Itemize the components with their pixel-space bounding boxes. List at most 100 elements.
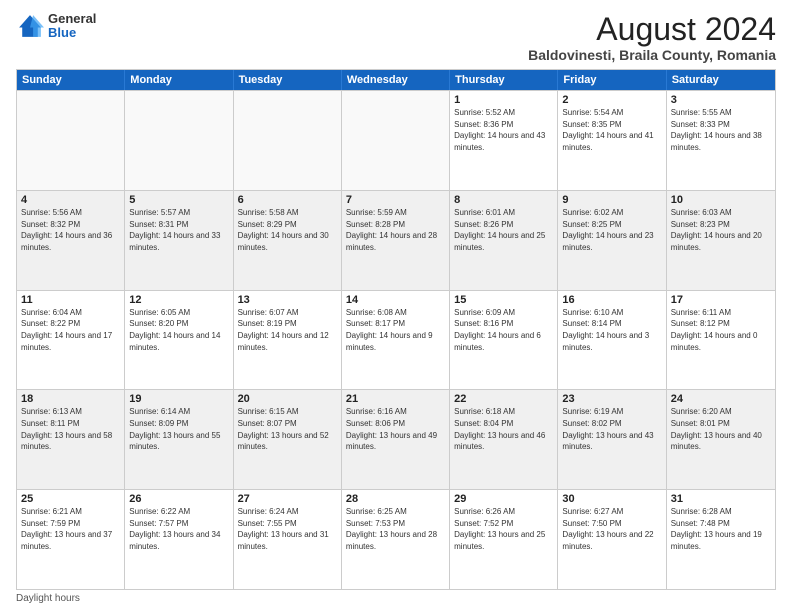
cal-week: 4Sunrise: 5:56 AM Sunset: 8:32 PM Daylig… [17,190,775,290]
cal-cell: 28Sunrise: 6:25 AM Sunset: 7:53 PM Dayli… [342,490,450,589]
cell-detail: Sunrise: 5:57 AM Sunset: 8:31 PM Dayligh… [129,207,228,253]
cal-cell: 4Sunrise: 5:56 AM Sunset: 8:32 PM Daylig… [17,191,125,290]
cal-header-cell: Wednesday [342,70,450,90]
cell-detail: Sunrise: 6:24 AM Sunset: 7:55 PM Dayligh… [238,506,337,552]
cell-detail: Sunrise: 5:58 AM Sunset: 8:29 PM Dayligh… [238,207,337,253]
day-number: 12 [129,294,228,306]
main-title: August 2024 [528,12,776,47]
day-number: 31 [671,493,771,505]
day-number: 16 [562,294,661,306]
day-number: 2 [562,94,661,106]
cell-detail: Sunrise: 6:08 AM Sunset: 8:17 PM Dayligh… [346,307,445,353]
cell-detail: Sunrise: 6:19 AM Sunset: 8:02 PM Dayligh… [562,406,661,452]
cal-cell: 14Sunrise: 6:08 AM Sunset: 8:17 PM Dayli… [342,291,450,390]
cell-detail: Sunrise: 6:11 AM Sunset: 8:12 PM Dayligh… [671,307,771,353]
cal-cell-empty [125,91,233,190]
cell-detail: Sunrise: 6:18 AM Sunset: 8:04 PM Dayligh… [454,406,553,452]
cell-detail: Sunrise: 6:15 AM Sunset: 8:07 PM Dayligh… [238,406,337,452]
cal-cell: 29Sunrise: 6:26 AM Sunset: 7:52 PM Dayli… [450,490,558,589]
cal-week: 18Sunrise: 6:13 AM Sunset: 8:11 PM Dayli… [17,389,775,489]
title-block: August 2024 Baldovinesti, Braila County,… [528,12,776,63]
day-number: 15 [454,294,553,306]
footer-note: Daylight hours [16,590,776,604]
cal-cell: 1Sunrise: 5:52 AM Sunset: 8:36 PM Daylig… [450,91,558,190]
day-number: 14 [346,294,445,306]
day-number: 18 [21,393,120,405]
subtitle: Baldovinesti, Braila County, Romania [528,47,776,63]
logo-text: General Blue [48,12,96,41]
cal-cell: 21Sunrise: 6:16 AM Sunset: 8:06 PM Dayli… [342,390,450,489]
cell-detail: Sunrise: 6:22 AM Sunset: 7:57 PM Dayligh… [129,506,228,552]
cell-detail: Sunrise: 6:26 AM Sunset: 7:52 PM Dayligh… [454,506,553,552]
cal-cell: 17Sunrise: 6:11 AM Sunset: 8:12 PM Dayli… [667,291,775,390]
calendar-body: 1Sunrise: 5:52 AM Sunset: 8:36 PM Daylig… [17,90,775,589]
cal-cell: 3Sunrise: 5:55 AM Sunset: 8:33 PM Daylig… [667,91,775,190]
day-number: 28 [346,493,445,505]
cal-header-cell: Sunday [17,70,125,90]
logo-blue-text: Blue [48,26,96,40]
cell-detail: Sunrise: 6:27 AM Sunset: 7:50 PM Dayligh… [562,506,661,552]
cal-cell: 23Sunrise: 6:19 AM Sunset: 8:02 PM Dayli… [558,390,666,489]
day-number: 7 [346,194,445,206]
cal-header-cell: Friday [558,70,666,90]
page: General Blue August 2024 Baldovinesti, B… [0,0,792,612]
day-number: 23 [562,393,661,405]
cell-detail: Sunrise: 6:25 AM Sunset: 7:53 PM Dayligh… [346,506,445,552]
day-number: 3 [671,94,771,106]
cal-cell-empty [234,91,342,190]
cell-detail: Sunrise: 6:01 AM Sunset: 8:26 PM Dayligh… [454,207,553,253]
day-number: 25 [21,493,120,505]
cell-detail: Sunrise: 6:03 AM Sunset: 8:23 PM Dayligh… [671,207,771,253]
cell-detail: Sunrise: 5:56 AM Sunset: 8:32 PM Dayligh… [21,207,120,253]
cal-cell-empty [342,91,450,190]
day-number: 22 [454,393,553,405]
cal-cell: 25Sunrise: 6:21 AM Sunset: 7:59 PM Dayli… [17,490,125,589]
cal-cell: 6Sunrise: 5:58 AM Sunset: 8:29 PM Daylig… [234,191,342,290]
cal-cell: 26Sunrise: 6:22 AM Sunset: 7:57 PM Dayli… [125,490,233,589]
cal-header-cell: Thursday [450,70,558,90]
cell-detail: Sunrise: 6:05 AM Sunset: 8:20 PM Dayligh… [129,307,228,353]
cell-detail: Sunrise: 6:14 AM Sunset: 8:09 PM Dayligh… [129,406,228,452]
day-number: 30 [562,493,661,505]
cell-detail: Sunrise: 6:20 AM Sunset: 8:01 PM Dayligh… [671,406,771,452]
cell-detail: Sunrise: 6:07 AM Sunset: 8:19 PM Dayligh… [238,307,337,353]
day-number: 9 [562,194,661,206]
day-number: 8 [454,194,553,206]
cell-detail: Sunrise: 6:13 AM Sunset: 8:11 PM Dayligh… [21,406,120,452]
logo-general-text: General [48,12,96,26]
cal-cell: 10Sunrise: 6:03 AM Sunset: 8:23 PM Dayli… [667,191,775,290]
cal-cell: 2Sunrise: 5:54 AM Sunset: 8:35 PM Daylig… [558,91,666,190]
cal-cell: 30Sunrise: 6:27 AM Sunset: 7:50 PM Dayli… [558,490,666,589]
cell-detail: Sunrise: 5:54 AM Sunset: 8:35 PM Dayligh… [562,107,661,153]
calendar-header: SundayMondayTuesdayWednesdayThursdayFrid… [17,70,775,90]
day-number: 17 [671,294,771,306]
day-number: 21 [346,393,445,405]
cal-header-cell: Tuesday [234,70,342,90]
day-number: 26 [129,493,228,505]
cell-detail: Sunrise: 6:09 AM Sunset: 8:16 PM Dayligh… [454,307,553,353]
cell-detail: Sunrise: 6:10 AM Sunset: 8:14 PM Dayligh… [562,307,661,353]
logo: General Blue [16,12,96,41]
cell-detail: Sunrise: 6:16 AM Sunset: 8:06 PM Dayligh… [346,406,445,452]
cal-header-cell: Saturday [667,70,775,90]
cal-cell: 18Sunrise: 6:13 AM Sunset: 8:11 PM Dayli… [17,390,125,489]
calendar: SundayMondayTuesdayWednesdayThursdayFrid… [16,69,776,590]
day-number: 10 [671,194,771,206]
cell-detail: Sunrise: 6:21 AM Sunset: 7:59 PM Dayligh… [21,506,120,552]
logo-icon [16,12,44,40]
cal-cell: 27Sunrise: 6:24 AM Sunset: 7:55 PM Dayli… [234,490,342,589]
day-number: 4 [21,194,120,206]
cell-detail: Sunrise: 5:59 AM Sunset: 8:28 PM Dayligh… [346,207,445,253]
day-number: 6 [238,194,337,206]
day-number: 11 [21,294,120,306]
cal-cell: 11Sunrise: 6:04 AM Sunset: 8:22 PM Dayli… [17,291,125,390]
cal-cell: 5Sunrise: 5:57 AM Sunset: 8:31 PM Daylig… [125,191,233,290]
cal-cell: 9Sunrise: 6:02 AM Sunset: 8:25 PM Daylig… [558,191,666,290]
cal-week: 11Sunrise: 6:04 AM Sunset: 8:22 PM Dayli… [17,290,775,390]
cal-cell: 20Sunrise: 6:15 AM Sunset: 8:07 PM Dayli… [234,390,342,489]
cal-week: 25Sunrise: 6:21 AM Sunset: 7:59 PM Dayli… [17,489,775,589]
cell-detail: Sunrise: 5:52 AM Sunset: 8:36 PM Dayligh… [454,107,553,153]
cal-cell: 8Sunrise: 6:01 AM Sunset: 8:26 PM Daylig… [450,191,558,290]
day-number: 19 [129,393,228,405]
cal-cell: 24Sunrise: 6:20 AM Sunset: 8:01 PM Dayli… [667,390,775,489]
